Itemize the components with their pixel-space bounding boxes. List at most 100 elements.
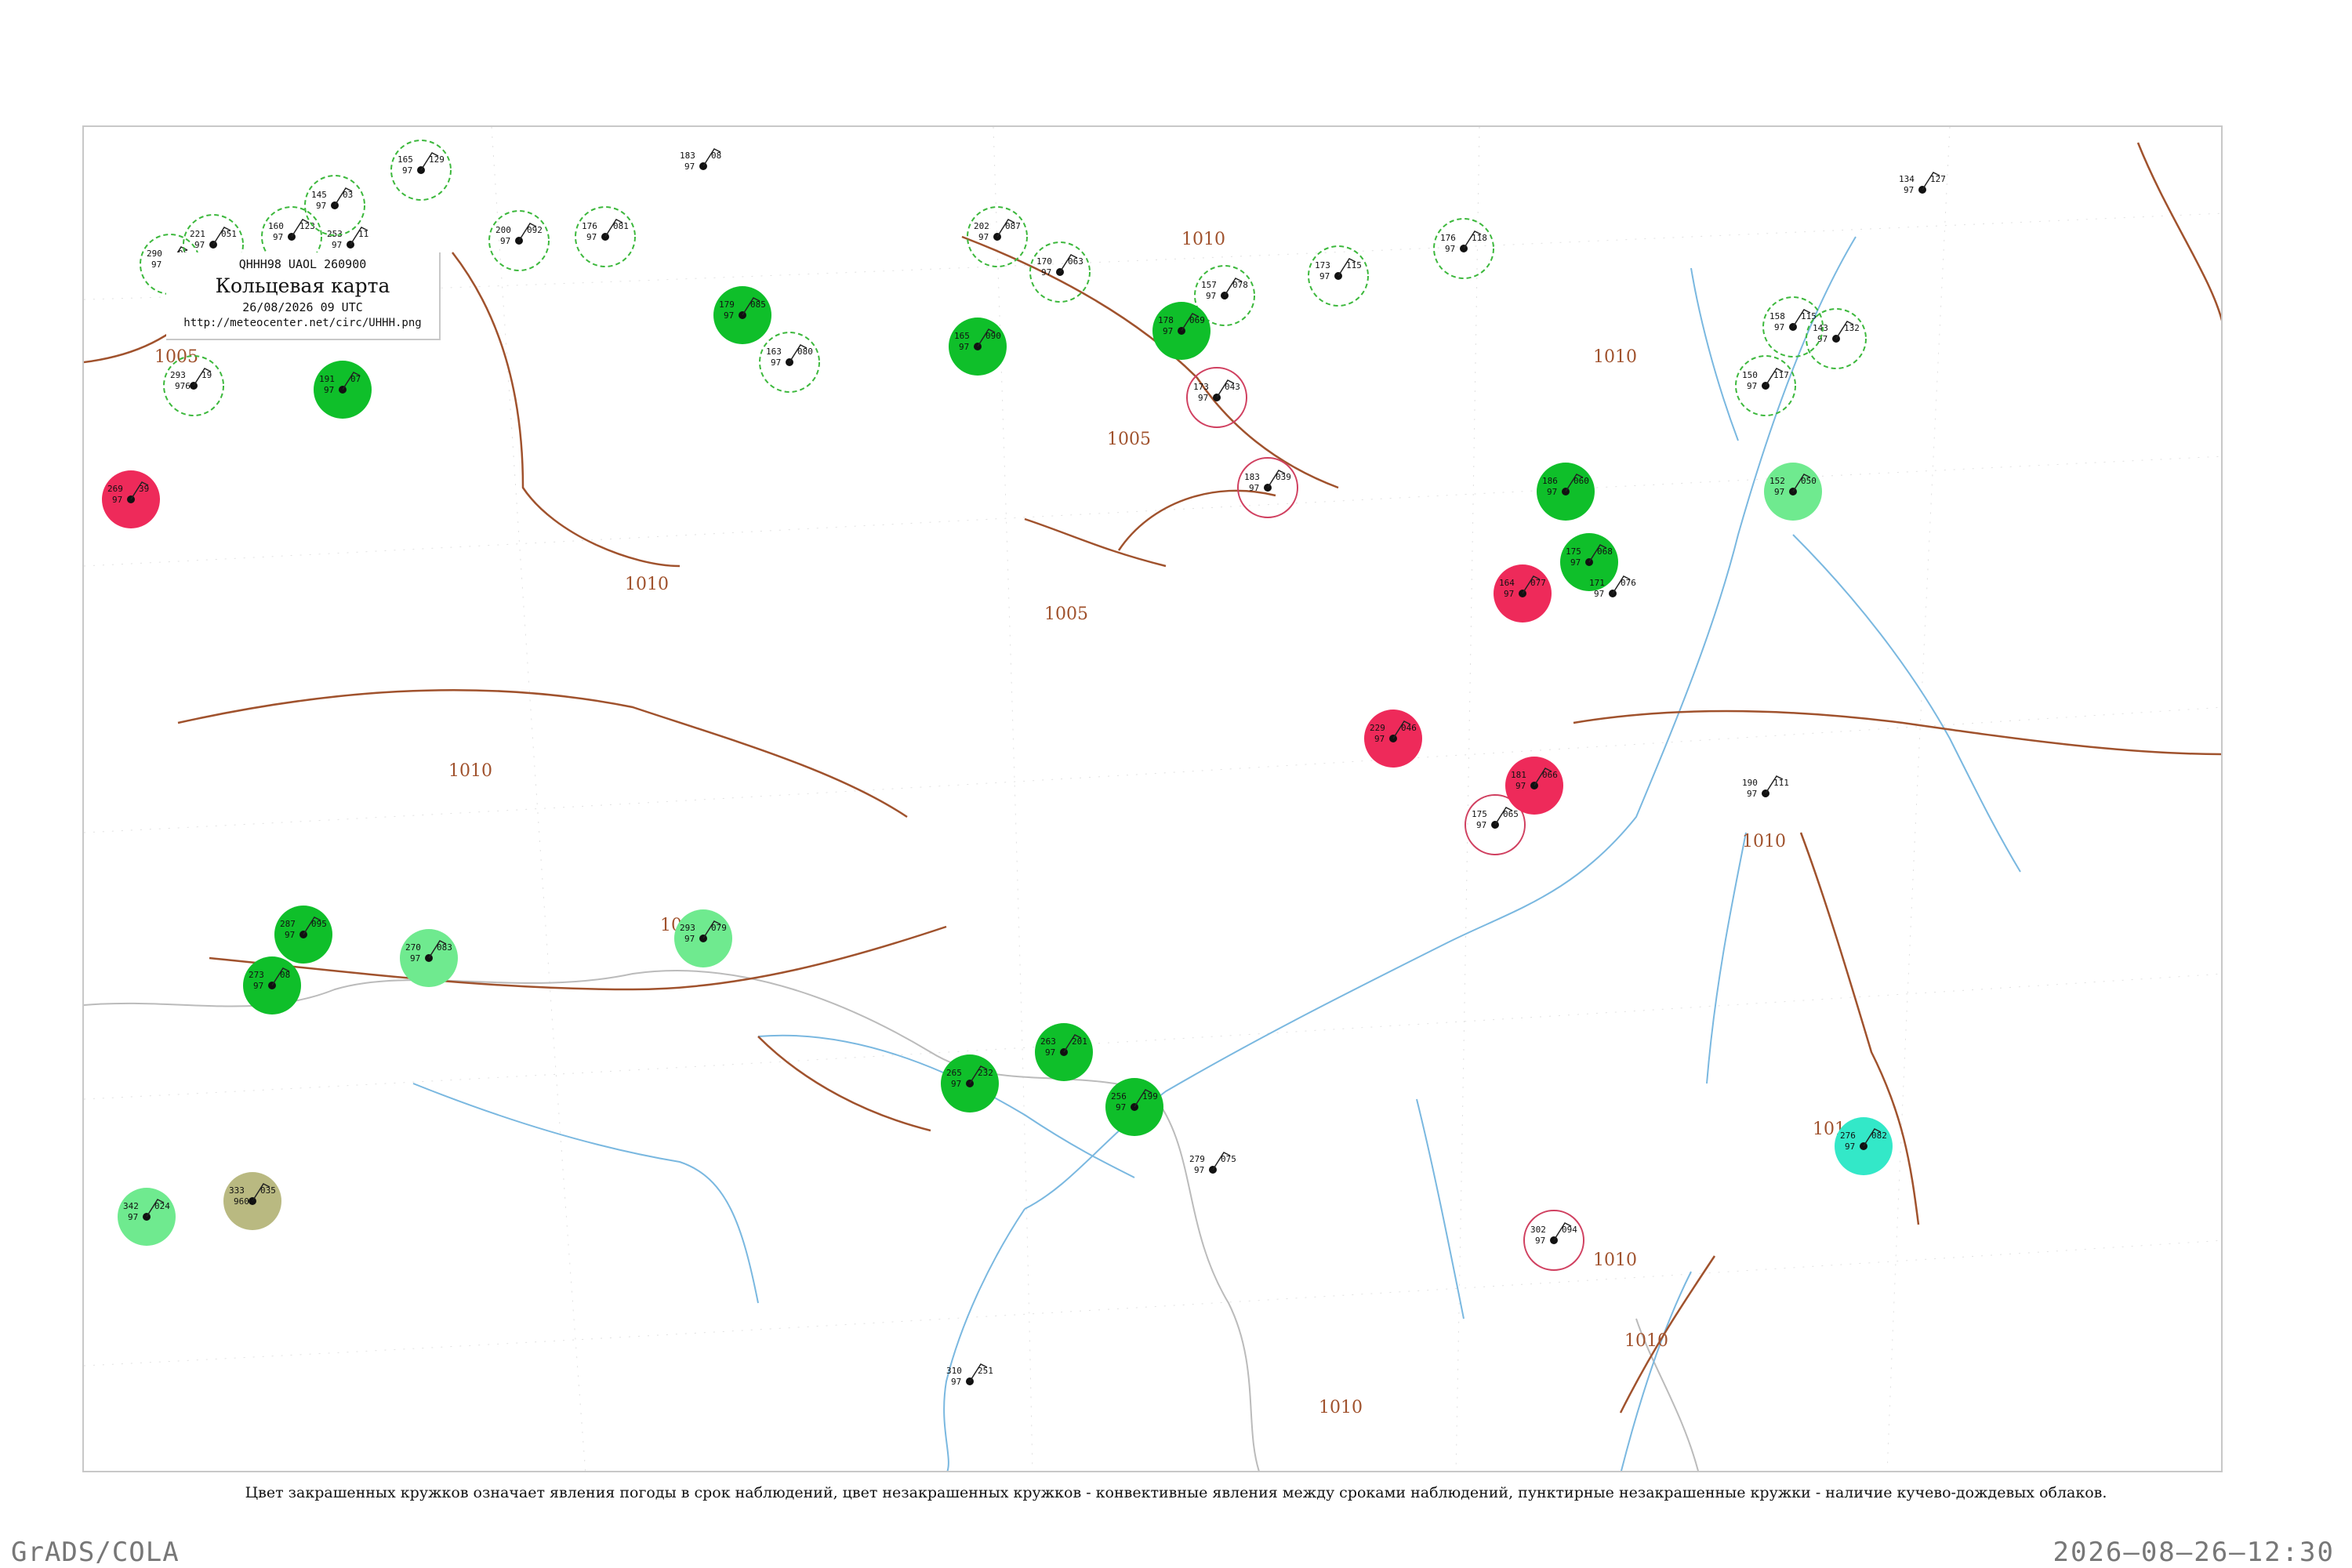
station-value: 046 xyxy=(1401,723,1417,733)
isobar-label: 1010 xyxy=(1319,1398,1363,1417)
footer-timestamp: 2026–08–26–12:30 xyxy=(2053,1537,2335,1568)
station-value: 035 xyxy=(260,1185,276,1196)
station-pressure-tendency: 97 xyxy=(151,260,162,270)
station-value: 127 xyxy=(1930,174,1946,184)
station-pressure-tendency: 97 xyxy=(1041,267,1051,278)
station-value: 039 xyxy=(1276,472,1291,482)
station-temperature: 310 xyxy=(946,1366,962,1376)
bulletin-code: QHHH98 UAOL 260900 xyxy=(238,257,367,271)
station-temperature: 150 xyxy=(1742,370,1758,380)
station-temperature: 263 xyxy=(1040,1036,1056,1047)
station-value: 118 xyxy=(1472,233,1487,243)
station-pressure-tendency: 97 xyxy=(500,236,510,246)
station-temperature: 229 xyxy=(1370,723,1385,733)
station-model: 31097 251 xyxy=(946,1363,993,1387)
station-pressure-tendency: 97 xyxy=(128,1212,138,1222)
station-model: 19097 111 xyxy=(1742,775,1789,799)
station-model: 19197 07 xyxy=(314,361,372,419)
station-temperature: 179 xyxy=(719,299,735,310)
station-temperature: 290 xyxy=(147,249,162,259)
station-pressure-tendency: 97 xyxy=(1249,483,1259,493)
map-frame: 1005 1010 1010 1005 1010 1010 1005 1010 … xyxy=(82,125,2223,1472)
station-pressure-tendency: 97 xyxy=(1206,291,1216,301)
station-temperature: 165 xyxy=(397,154,413,165)
station-value: 08 xyxy=(711,151,721,161)
legend-box: QHHH98 UAOL 260900 Кольцевая карта 26/08… xyxy=(166,252,441,340)
station-pressure-tendency: 97 xyxy=(112,495,122,505)
station-model: 27397 08 xyxy=(243,956,301,1014)
station-pressure-tendency: 97 xyxy=(332,240,342,250)
station-temperature: 270 xyxy=(405,942,421,953)
station-value: 024 xyxy=(154,1201,170,1211)
station-pressure-tendency: 97 xyxy=(1319,271,1330,281)
station-value: 115 xyxy=(1346,260,1362,270)
station-value: 063 xyxy=(1068,256,1083,267)
station-temperature: 181 xyxy=(1511,770,1526,780)
station-model: 16597 129 xyxy=(390,140,452,201)
station-model: 16397 080 xyxy=(759,332,820,393)
station-temperature: 256 xyxy=(1111,1091,1127,1102)
station-value: 08 xyxy=(280,970,290,980)
station-pressure-tendency: 97 xyxy=(1163,326,1173,336)
station-value: 095 xyxy=(311,919,327,929)
station-temperature: 170 xyxy=(1036,256,1052,267)
isobar-label: 1010 xyxy=(1593,1250,1637,1270)
station-pressure-tendency: 97 xyxy=(316,201,326,211)
isobar-label: 1010 xyxy=(1593,347,1637,367)
station-pressure-tendency: 9600 xyxy=(234,1196,255,1207)
station-pressure-tendency: 97 xyxy=(402,165,412,176)
station-model: 17397 115 xyxy=(1308,245,1369,307)
station-temperature: 333 xyxy=(229,1185,245,1196)
station-model: 3339600 035 xyxy=(223,1172,281,1230)
station-pressure-tendency: 97 xyxy=(959,342,969,352)
map-url[interactable]: http://meteocenter.net/circ/UHHH.png xyxy=(166,317,439,329)
station-temperature: 157 xyxy=(1201,280,1217,290)
station-model: 34297 024 xyxy=(118,1188,176,1246)
station-model: 17897 069 xyxy=(1152,302,1210,360)
station-pressure-tendency: 97 xyxy=(1774,322,1784,332)
station-value: 087 xyxy=(1005,221,1021,231)
station-temperature: 191 xyxy=(319,374,335,384)
station-model: 17697 118 xyxy=(1433,218,1494,279)
station-temperature: 163 xyxy=(766,347,782,357)
station-pressure-tendency: 97 xyxy=(1570,557,1581,568)
station-model: 15297 050 xyxy=(1764,463,1822,521)
station-pressure-tendency: 97 xyxy=(1374,734,1385,744)
station-pressure-tendency: 97 xyxy=(1845,1142,1855,1152)
station-temperature: 221 xyxy=(190,229,205,239)
station-value: 115 xyxy=(1801,311,1817,321)
isobar-label: 1010 xyxy=(1181,230,1225,249)
station-value: 076 xyxy=(1621,578,1636,588)
station-temperature: 293 xyxy=(680,923,695,933)
station-value: 082 xyxy=(1871,1131,1887,1141)
station-pressure-tendency: 97 xyxy=(194,240,205,250)
station-value: 078 xyxy=(1232,280,1248,290)
station-value: 066 xyxy=(1542,770,1558,780)
isobar-label: 1010 xyxy=(625,575,669,594)
station-temperature: 273 xyxy=(249,970,264,980)
station-model: 20097 092 xyxy=(488,210,550,271)
station-pressure-tendency: 97 xyxy=(1198,393,1208,403)
station-value: 19 xyxy=(201,370,212,380)
station-pressure-tendency: 97 xyxy=(1445,244,1455,254)
station-model: 27997 075 xyxy=(1189,1152,1236,1175)
station-value: 199 xyxy=(1142,1091,1158,1102)
station-pressure-tendency: 97 xyxy=(273,232,283,242)
station-value: 129 xyxy=(429,154,445,165)
station-pressure-tendency: 97 xyxy=(285,930,295,940)
station-value: 39 xyxy=(139,484,149,494)
station-pressure-tendency: 97 xyxy=(724,310,734,321)
station-value: 050 xyxy=(1801,476,1817,486)
station-value: 094 xyxy=(1562,1225,1577,1235)
station-pressure-tendency: 97 xyxy=(771,358,781,368)
station-pressure-tendency: 97 xyxy=(1747,381,1757,391)
station-pressure-tendency: 97 xyxy=(1476,820,1486,830)
station-model: 18397 039 xyxy=(1237,457,1298,518)
station-temperature: 173 xyxy=(1193,382,1209,392)
station-temperature: 176 xyxy=(582,221,597,231)
station-model: 20297 087 xyxy=(967,206,1028,267)
station-model: 17997 085 xyxy=(713,286,771,344)
station-value: 092 xyxy=(527,225,543,235)
station-pressure-tendency: 97 xyxy=(1116,1102,1126,1112)
station-value: 065 xyxy=(1503,809,1519,819)
